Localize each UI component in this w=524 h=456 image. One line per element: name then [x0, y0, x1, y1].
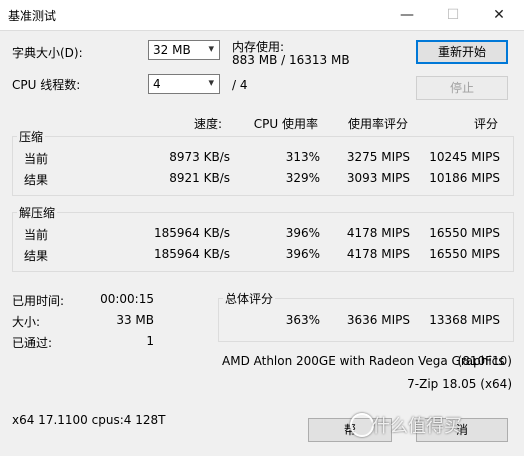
chevron-down-icon: ▾ — [208, 42, 214, 55]
rating-header: 评分 — [473, 117, 498, 131]
decompress-current-rating: 16550 MIPS — [429, 226, 500, 240]
compress-current-rating: 10245 MIPS — [429, 150, 500, 164]
watermark-logo-icon — [350, 413, 374, 437]
cpu-threads-select[interactable]: 4 ▾ — [148, 74, 220, 94]
decompress-result-label: 结果 — [24, 249, 49, 263]
size-value: 33 MB — [116, 313, 154, 327]
dictionary-size-label: 字典大小(D): — [12, 46, 83, 60]
dictionary-size-value: 32 MB — [153, 43, 191, 57]
minimize-icon[interactable]: — — [384, 0, 430, 30]
passes-value: 1 — [146, 334, 154, 348]
compress-result-speed: 8921 KB/s — [169, 171, 230, 185]
compress-result-cpu: 329% — [285, 171, 320, 185]
elapsed-time-value: 00:00:15 — [100, 292, 154, 306]
decompress-result-rpu: 4178 MIPS — [346, 247, 410, 261]
decompress-current-rpu: 4178 MIPS — [346, 226, 410, 240]
compress-result-rpu: 3093 MIPS — [346, 171, 410, 185]
compress-group: 压缩 — [12, 128, 514, 196]
window-title: 基准测试 — [8, 9, 57, 23]
chevron-down-icon: ▾ — [208, 76, 214, 89]
decompress-title: 解压缩 — [17, 204, 58, 221]
maximize-icon[interactable]: ☐ — [430, 0, 476, 30]
rating-per-usage-header: 使用率评分 — [347, 117, 408, 131]
size-label: 大小: — [12, 315, 41, 329]
decompress-result-speed: 185964 KB/s — [153, 247, 230, 261]
cpu-threads-label: CPU 线程数: — [12, 78, 81, 92]
decompress-result-rating: 16550 MIPS — [429, 247, 500, 261]
total-rating-title: 总体评分 — [223, 290, 276, 307]
title-bar: 基准测试 — ☐ ✕ — [0, 0, 524, 31]
decompress-current-cpu: 396% — [285, 226, 320, 240]
system-info: x64 17.1100 cpus:4 128T — [12, 413, 166, 427]
cpu-threads-value: 4 — [153, 77, 161, 91]
memory-usage-value: 883 MB / 16313 MB — [232, 53, 350, 67]
compress-result-label: 结果 — [24, 173, 49, 187]
compress-current-speed: 8973 KB/s — [169, 150, 230, 164]
total-rating: 13368 MIPS — [429, 313, 500, 327]
cpu-usage-header: CPU 使用率 — [253, 117, 318, 131]
dictionary-size-select[interactable]: 32 MB ▾ — [148, 40, 220, 60]
compress-current-rpu: 3275 MIPS — [346, 150, 410, 164]
close-icon[interactable]: ✕ — [476, 0, 522, 30]
decompress-group: 解压缩 — [12, 204, 514, 272]
benchmark-window: 基准测试 — ☐ ✕ 字典大小(D): 32 MB ▾ CPU 线程数: 4 ▾… — [0, 0, 524, 456]
compress-current-label: 当前 — [24, 152, 49, 166]
total-cpu: 363% — [285, 313, 320, 327]
version-text: 7-Zip 18.05 (x64) — [407, 377, 512, 391]
restart-button[interactable]: 重新开始 — [416, 40, 508, 64]
decompress-result-cpu: 396% — [285, 247, 320, 261]
passes-label: 已通过: — [12, 336, 53, 350]
speed-header: 速度: — [193, 117, 222, 131]
stop-button[interactable]: 停止 — [416, 76, 508, 100]
decompress-current-speed: 185964 KB/s — [153, 226, 230, 240]
total-rpu: 3636 MIPS — [346, 313, 410, 327]
decompress-current-label: 当前 — [24, 228, 49, 242]
compress-title: 压缩 — [17, 128, 46, 145]
watermark-text: 什么值得买 — [372, 416, 462, 437]
cpu-threads-total: / 4 — [232, 78, 248, 92]
cpu-id: (810F10) — [457, 354, 512, 368]
compress-current-cpu: 313% — [285, 150, 320, 164]
elapsed-time-label: 已用时间: — [12, 294, 65, 308]
compress-result-rating: 10186 MIPS — [429, 171, 500, 185]
